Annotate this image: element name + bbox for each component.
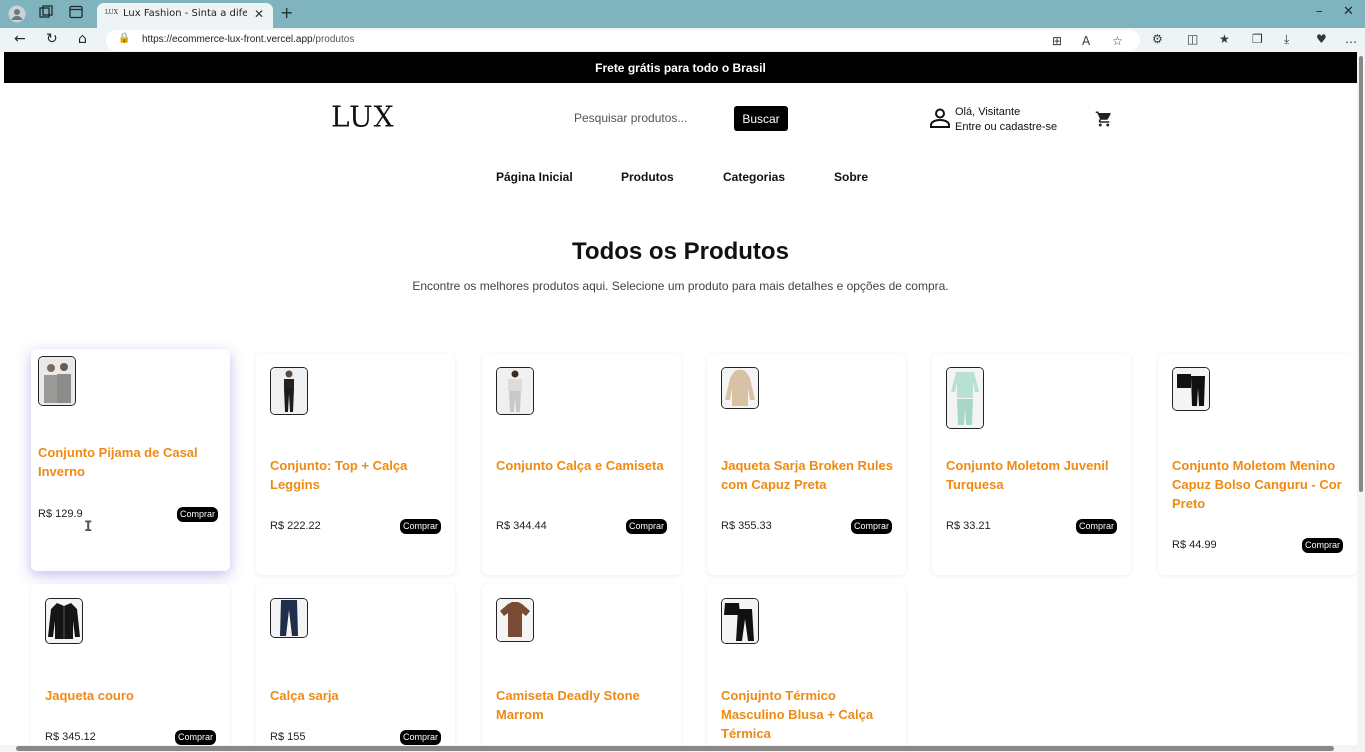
extensions-icon[interactable]: ⚙ — [1152, 32, 1163, 46]
product-card[interactable]: Conjujnto Térmico Masculino Blusa + Calç… — [707, 584, 906, 745]
product-name[interactable]: Camiseta Deadly Stone Marrom — [496, 686, 672, 724]
workspaces-icon[interactable] — [37, 5, 55, 23]
black-sweatsuit-image[interactable] — [1172, 367, 1210, 411]
split-screen-icon[interactable]: ◫ — [1187, 32, 1198, 46]
buy-button[interactable]: Comprar — [851, 519, 892, 534]
leather-jacket-image[interactable] — [45, 598, 83, 644]
page-title: Todos os Produtos — [572, 238, 789, 265]
site-logo[interactable]: LUX — [331, 99, 395, 134]
vertical-scrollbar[interactable] — [1357, 52, 1365, 745]
promo-banner: Frete grátis para todo o Brasil — [4, 52, 1357, 83]
hooded-jacket-image[interactable] — [721, 367, 759, 409]
browser-tab-active[interactable]: LUX Lux Fashion - Sinta a diferença de ✕ — [97, 3, 273, 28]
product-name[interactable]: Conjunto Moletom Juvenil Turquesa — [946, 456, 1122, 494]
buy-button[interactable]: Comprar — [400, 730, 441, 745]
tab-title: Lux Fashion - Sinta a diferença de — [123, 8, 247, 19]
brown-tshirt-image[interactable] — [496, 598, 534, 642]
buy-button[interactable]: Comprar — [400, 519, 441, 534]
nav-categories[interactable]: Categorias — [723, 170, 785, 184]
favorite-star-icon[interactable]: ☆ — [1112, 34, 1123, 48]
reload-icon[interactable]: ↻ — [46, 31, 58, 47]
read-aloud-icon[interactable]: A — [1082, 34, 1090, 48]
nav-home[interactable]: Página Inicial — [496, 170, 573, 184]
search-input[interactable] — [574, 108, 724, 128]
pants-tshirt-image[interactable] — [496, 367, 534, 415]
product-name[interactable]: Conjunto Calça e Camiseta — [496, 456, 672, 475]
browser-essentials-icon[interactable]: ♥ — [1316, 32, 1327, 46]
lock-icon[interactable]: 🔒 — [118, 33, 130, 44]
downloads-icon[interactable]: ⤓ — [1284, 32, 1289, 47]
home-icon[interactable]: ⌂ — [78, 31, 87, 47]
product-card[interactable]: Calça sarja R$ 155 Comprar — [256, 584, 455, 745]
profile-icon[interactable] — [8, 5, 26, 23]
web-page: Frete grátis para todo o Brasil LUX Busc… — [4, 52, 1357, 745]
product-price: R$ 355.33 — [721, 520, 772, 532]
vertical-scroll-thumb[interactable] — [1359, 56, 1363, 492]
minimize-icon[interactable]: – — [1316, 4, 1323, 19]
horizontal-scroll-thumb[interactable] — [16, 746, 1334, 751]
product-card[interactable]: Conjunto: Top + Calça Leggins R$ 222.22 … — [256, 353, 455, 575]
buy-button[interactable]: Comprar — [1302, 538, 1343, 553]
product-price: R$ 345.12 — [45, 731, 96, 743]
product-name[interactable]: Conjujnto Térmico Masculino Blusa + Calç… — [721, 686, 897, 743]
buy-button[interactable]: Comprar — [175, 730, 216, 745]
favorites-icon[interactable]: ★ — [1219, 32, 1230, 46]
product-price: R$ 344.44 — [496, 520, 547, 532]
product-card[interactable]: Jaqueta couro R$ 345.12 Comprar — [31, 584, 230, 745]
close-tab-icon[interactable]: ✕ — [254, 7, 264, 21]
product-name[interactable]: Jaqueta Sarja Broken Rules com Capuz Pre… — [721, 456, 897, 494]
buy-button[interactable]: Comprar — [177, 507, 218, 522]
product-card[interactable]: Conjunto Pijama de Casal Inverno R$ 129.… — [31, 349, 230, 571]
product-price: R$ 155 — [270, 731, 306, 743]
collections-icon[interactable]: ❐ — [1252, 32, 1263, 46]
product-price: R$ 222.22 — [270, 520, 321, 532]
twill-pants-image[interactable] — [270, 598, 308, 638]
browser-toolbar: ← ↻ ⌂ 🔒 https://ecommerce-lux-front.verc… — [0, 28, 1365, 52]
page-subtitle: Encontre os melhores produtos aqui. Sele… — [412, 279, 949, 293]
search-button[interactable]: Buscar — [734, 106, 788, 131]
browser-tab-strip: LUX Lux Fashion - Sinta a diferença de ✕… — [0, 0, 1365, 28]
cart-icon[interactable] — [1095, 110, 1113, 128]
product-name[interactable]: Jaqueta couro — [45, 686, 221, 705]
product-card[interactable]: Conjunto Calça e Camiseta R$ 344.44 Comp… — [482, 353, 681, 575]
greeting-text: Olá, Visitante — [955, 106, 1021, 118]
login-link[interactable]: Entre ou cadastre-se — [955, 120, 1057, 135]
turquoise-sweatsuit-image[interactable] — [946, 367, 984, 429]
product-name[interactable]: Conjunto Pijama de Casal Inverno — [38, 443, 214, 481]
top-leggings-image[interactable] — [270, 367, 308, 415]
thermal-set-image[interactable] — [721, 598, 759, 644]
account-area[interactable]: Olá, Visitante Entre ou cadastre-se — [955, 105, 1057, 135]
product-name[interactable]: Calça sarja — [270, 686, 446, 705]
product-name[interactable]: Conjunto: Top + Calça Leggins — [270, 456, 446, 494]
more-menu-icon[interactable]: … — [1345, 32, 1357, 46]
buy-button[interactable]: Comprar — [626, 519, 667, 534]
app-available-icon[interactable]: ⊞ — [1052, 34, 1062, 48]
product-price: R$ 33.21 — [946, 520, 991, 532]
product-price: R$ 129.9 — [38, 508, 83, 520]
address-bar[interactable]: 🔒 https://ecommerce-lux-front.vercel.app… — [106, 30, 1140, 51]
nav-about[interactable]: Sobre — [834, 170, 868, 184]
product-price: R$ 44.99 — [1172, 539, 1217, 551]
close-window-icon[interactable]: ✕ — [1343, 4, 1354, 19]
product-card[interactable]: Conjunto Moletom Juvenil Turquesa R$ 33.… — [932, 353, 1131, 575]
new-tab-icon[interactable]: + — [280, 3, 293, 22]
user-icon[interactable] — [928, 106, 952, 130]
horizontal-scrollbar[interactable] — [0, 745, 1365, 752]
product-name[interactable]: Conjunto Moletom Menino Capuz Bolso Cang… — [1172, 456, 1348, 513]
buy-button[interactable]: Comprar — [1076, 519, 1117, 534]
product-card[interactable]: Camiseta Deadly Stone Marrom — [482, 584, 681, 745]
back-icon[interactable]: ← — [14, 31, 26, 47]
product-card[interactable]: Jaqueta Sarja Broken Rules com Capuz Pre… — [707, 353, 906, 575]
nav-products[interactable]: Produtos — [621, 170, 674, 184]
text-cursor-icon: I — [84, 519, 93, 535]
url-text: https://ecommerce-lux-front.vercel.app/p… — [142, 34, 355, 45]
couple-pajama-image[interactable] — [38, 356, 76, 406]
tab-actions-icon[interactable] — [67, 5, 85, 23]
tab-favicon: LUX — [105, 9, 118, 16]
product-card[interactable]: Conjunto Moletom Menino Capuz Bolso Cang… — [1158, 353, 1357, 575]
